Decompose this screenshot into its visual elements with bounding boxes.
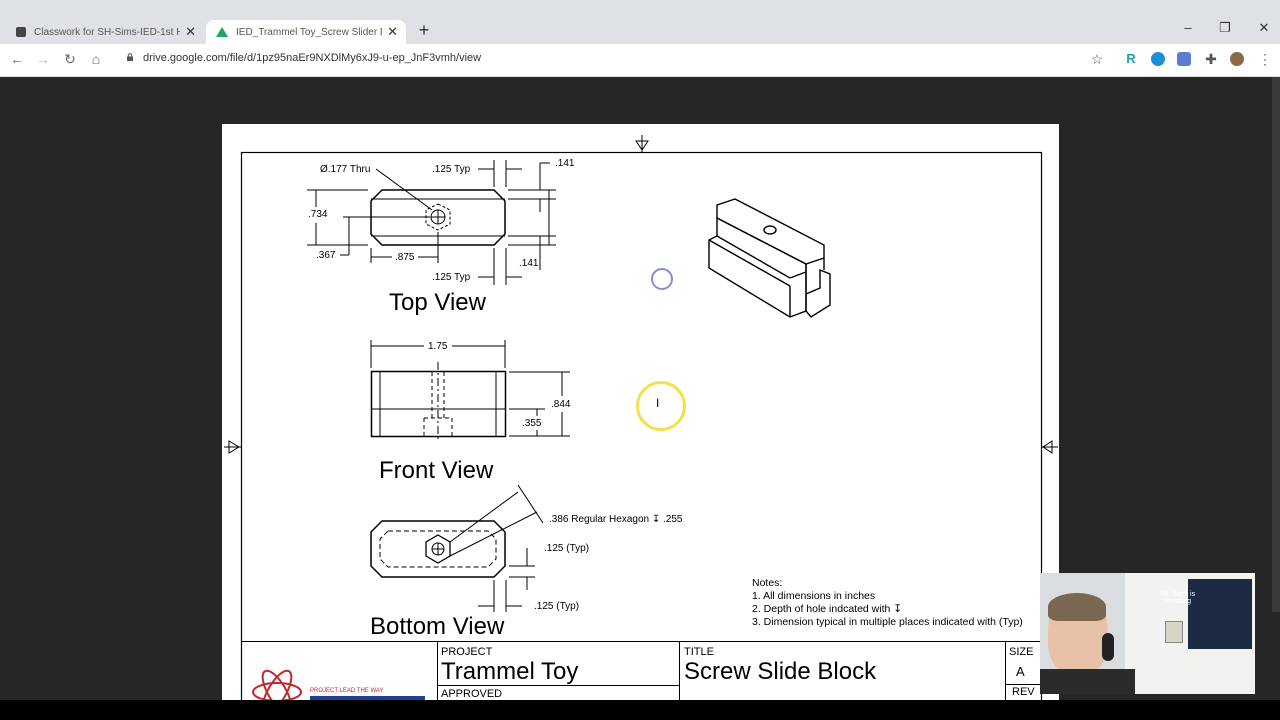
pennant-text: Mr. Sims is Reading bbox=[1160, 591, 1196, 605]
front-view-title: Front View bbox=[379, 457, 494, 484]
bottom-bar bbox=[0, 700, 1280, 720]
dim-875: .875 bbox=[395, 252, 415, 263]
dim-141-bottom: .141 bbox=[519, 258, 539, 269]
dim-typ-right: .125 (Typ) bbox=[544, 543, 590, 554]
size-value: A bbox=[1016, 664, 1025, 679]
project-label: PROJECT bbox=[441, 646, 493, 658]
dim-width: 1.75 bbox=[428, 341, 448, 352]
dim-734: .734 bbox=[308, 209, 328, 220]
bottom-view-title: Bottom View bbox=[370, 613, 505, 640]
note-item: 1. All dimensions in inches bbox=[752, 590, 876, 602]
text-cursor-icon: I bbox=[656, 396, 660, 410]
logo-tagline: PROJECT LEAD THE WAY bbox=[310, 688, 384, 694]
poster-frame bbox=[1165, 621, 1183, 643]
note-item: 2. Depth of hole indcated with ↧ bbox=[752, 603, 903, 615]
dim-141-top: .141 bbox=[555, 158, 575, 169]
dim-hexagon: .386 Regular Hexagon ↧ .255 bbox=[549, 514, 683, 525]
person-hair bbox=[1048, 593, 1106, 621]
click-indicator bbox=[651, 268, 673, 290]
dim-typ-bottom: .125 Typ bbox=[432, 272, 471, 283]
title-value: Screw Slide Block bbox=[684, 658, 877, 685]
title-label: TITLE bbox=[684, 646, 714, 658]
project-value: Trammel Toy bbox=[441, 658, 579, 685]
webcam-overlay: Mr. Sims is Reading bbox=[1040, 573, 1255, 694]
dim-height: .844 bbox=[551, 399, 571, 410]
dim-step: .355 bbox=[522, 418, 542, 429]
dim-hole: Ø.177 Thru bbox=[320, 164, 371, 175]
note-item: 3. Dimension typical in multiple places … bbox=[752, 616, 1023, 628]
rev-label: REV bbox=[1012, 686, 1035, 698]
cursor-highlight bbox=[636, 381, 686, 431]
dim-typ-bottom-view: .125 (Typ) bbox=[534, 601, 580, 612]
size-label: SIZE bbox=[1009, 646, 1034, 658]
person-shirt bbox=[1040, 669, 1135, 694]
pennant bbox=[1188, 579, 1252, 649]
approved-label: APPROVED bbox=[441, 688, 503, 700]
dim-367: .367 bbox=[316, 250, 336, 261]
notes-block: Notes: 1. All dimensions in inches 2. De… bbox=[752, 577, 1023, 629]
top-view-title: Top View bbox=[389, 289, 486, 316]
headphones bbox=[1102, 633, 1114, 661]
notes-heading: Notes: bbox=[752, 577, 783, 589]
dim-typ-top: .125 Typ bbox=[432, 164, 471, 175]
